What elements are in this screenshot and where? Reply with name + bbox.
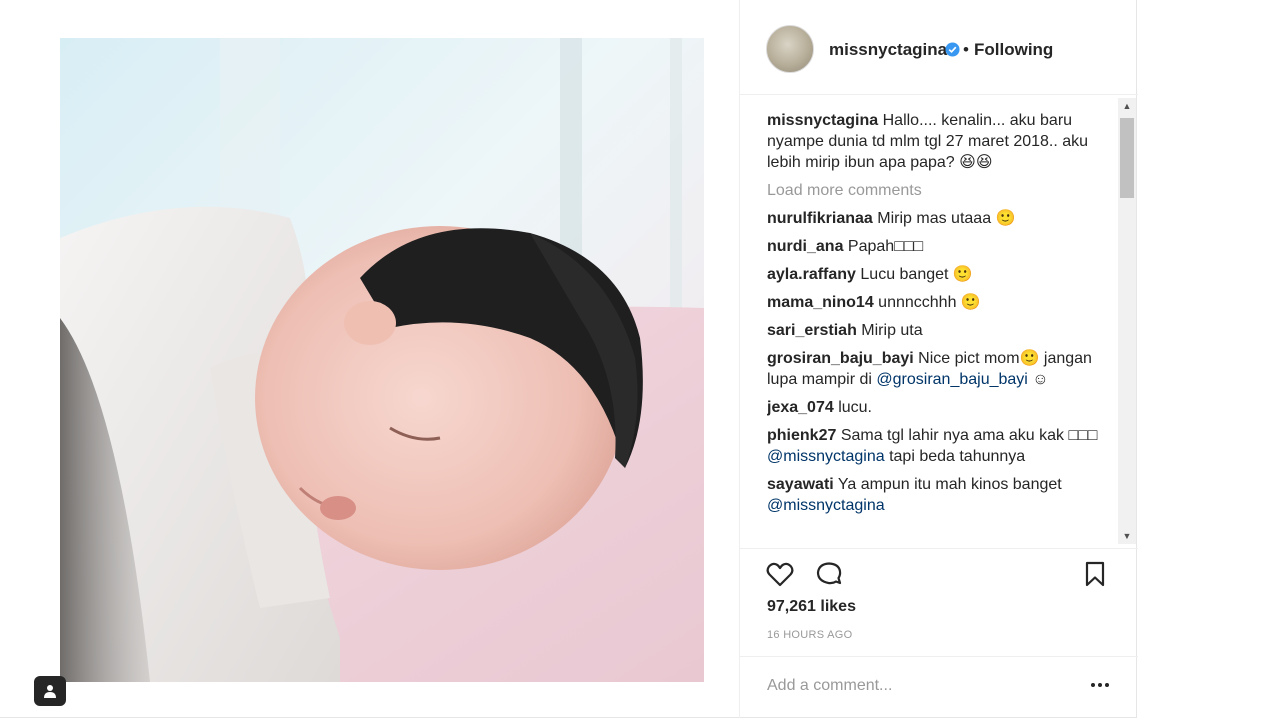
comment-text: Mirip mas utaaa 🙂 xyxy=(877,210,1016,227)
comment-text: Ya ampun itu mah kinos banget xyxy=(837,476,1062,493)
comments-scrollbar[interactable]: ▲ ▼ xyxy=(1118,98,1136,544)
comment-item: ayla.raffany Lucu banget 🙂 xyxy=(767,264,1117,285)
caption: missnyctagina Hallo.... kenalin... aku b… xyxy=(767,110,1117,173)
comment-text-after: tapi beda tahunnya xyxy=(884,448,1026,465)
post-header: missnyctagina • Following xyxy=(740,0,1138,95)
bookmark-icon[interactable] xyxy=(1080,559,1110,589)
add-comment-section xyxy=(740,656,1138,716)
comment-mention[interactable]: @missnyctagina xyxy=(767,497,885,514)
following-button[interactable]: Following xyxy=(974,40,1053,60)
comment-username[interactable]: grosiran_baju_bayi xyxy=(767,350,914,367)
scroll-up-arrow-icon[interactable]: ▲ xyxy=(1118,98,1136,114)
comment-mention[interactable]: @grosiran_baju_bayi xyxy=(876,371,1027,388)
comments-list: missnyctagina Hallo.... kenalin... aku b… xyxy=(767,110,1117,546)
comment-username[interactable]: sayawati xyxy=(767,476,834,493)
caption-username[interactable]: missnyctagina xyxy=(767,112,878,129)
comment-username[interactable]: phienk27 xyxy=(767,427,836,444)
add-comment-input[interactable] xyxy=(767,675,1067,697)
comment-username[interactable]: mama_nino14 xyxy=(767,294,874,311)
comment-item: grosiran_baju_bayi Nice pict mom🙂 jangan… xyxy=(767,348,1117,390)
comment-text: Sama tgl lahir nya ama aku kak □□□ xyxy=(840,427,1098,444)
scroll-down-arrow-icon[interactable]: ▼ xyxy=(1118,528,1136,544)
more-options-icon[interactable] xyxy=(1090,675,1110,695)
comment-item: nurulfikrianaa Mirip mas utaaa 🙂 xyxy=(767,208,1117,229)
comment-item: nurdi_ana Papah□□□ xyxy=(767,236,1117,257)
comment-username[interactable]: nurulfikrianaa xyxy=(767,210,873,227)
author-username[interactable]: missnyctagina xyxy=(829,40,947,60)
sleeping-baby-photo xyxy=(60,38,704,682)
user-tag-button[interactable] xyxy=(34,676,66,706)
comment-text-after: ☺ xyxy=(1027,371,1049,388)
user-tag-icon xyxy=(44,685,56,698)
comment-text: Lucu banget 🙂 xyxy=(860,266,973,283)
comment-item: phienk27 Sama tgl lahir nya ama aku kak … xyxy=(767,425,1117,467)
comment-username[interactable]: jexa_074 xyxy=(767,399,834,416)
comment-username[interactable]: ayla.raffany xyxy=(767,266,856,283)
comment-item: sari_erstiah Mirip uta xyxy=(767,320,1117,341)
avatar[interactable] xyxy=(766,25,814,73)
comment-text: unnncchhh 🙂 xyxy=(878,294,981,311)
likes-count[interactable]: 97,261 likes xyxy=(767,598,856,616)
speech-bubble-icon[interactable] xyxy=(814,559,844,589)
scrollbar-thumb[interactable] xyxy=(1120,118,1134,198)
post-sidebar: missnyctagina • Following missnyctagina … xyxy=(739,0,1138,718)
comment-username[interactable]: nurdi_ana xyxy=(767,238,843,255)
comment-text: Papah□□□ xyxy=(847,238,924,255)
comment-text: Mirip uta xyxy=(861,322,923,339)
comment-item: mama_nino14 unnncchhh 🙂 xyxy=(767,292,1117,313)
verified-badge-icon xyxy=(945,42,960,57)
load-more-comments-link[interactable]: Load more comments xyxy=(767,180,1117,201)
comment-mention[interactable]: @missnyctagina xyxy=(767,448,885,465)
separator-dot: • xyxy=(963,40,969,59)
post-timestamp[interactable]: 16 HOURS AGO xyxy=(767,629,853,641)
post-actions xyxy=(740,548,1138,599)
comment-item: jexa_074 lucu. xyxy=(767,397,1117,418)
comment-item: sayawati Ya ampun itu mah kinos banget @… xyxy=(767,474,1117,516)
comment-username[interactable]: sari_erstiah xyxy=(767,322,857,339)
instagram-post: missnyctagina • Following missnyctagina … xyxy=(0,0,1138,718)
comment-text: lucu. xyxy=(838,399,872,416)
heart-outline-icon[interactable] xyxy=(765,559,795,589)
post-photo[interactable] xyxy=(60,38,704,682)
